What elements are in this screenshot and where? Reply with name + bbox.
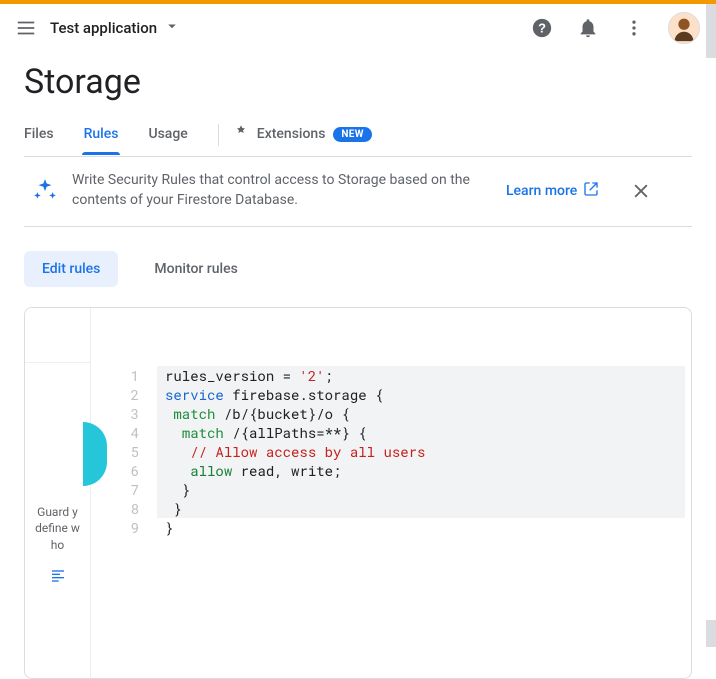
overflow-menu-icon[interactable] [622,16,646,40]
line-number-gutter: 123456789 [91,308,157,678]
line-number: 7 [91,480,157,499]
code-line[interactable]: } [165,499,683,518]
line-number: 1 [91,366,157,385]
help-icon[interactable]: ? [530,16,554,40]
code-line[interactable]: match /b/{bucket}/o { [165,404,683,423]
rules-editor-card: Guard y define w ho 123456789 rules_vers… [24,307,692,679]
chevron-down-icon [163,17,181,39]
tab-rules[interactable]: Rules [84,126,119,154]
code-line[interactable]: allow read, write; [165,461,683,480]
banner-text: Write Security Rules that control access… [72,171,492,210]
subtab-monitor-rules[interactable]: Monitor rules [136,251,255,287]
extensions-icon [233,124,249,144]
tab-extensions-label: Extensions [257,126,326,142]
code-area[interactable]: rules_version = '2';service firebase.sto… [157,308,691,678]
align-left-icon[interactable] [25,567,90,587]
sparkle-icon [32,177,58,205]
learn-more-link[interactable]: Learn more [506,181,599,201]
line-number: 2 [91,385,157,404]
project-name: Test application [50,19,157,37]
info-banner: Write Security Rules that control access… [24,157,692,227]
menu-icon[interactable] [14,16,38,40]
page-title: Storage [24,62,692,102]
new-badge: NEW [333,127,371,142]
tab-usage[interactable]: Usage [148,126,187,154]
tab-separator [218,124,219,146]
svg-text:?: ? [538,21,546,36]
notifications-icon[interactable] [576,16,600,40]
tab-extensions[interactable]: Extensions NEW [233,124,372,156]
subtab-bar: Edit rules Monitor rules [24,251,692,287]
learn-more-label: Learn more [506,183,577,199]
tab-files[interactable]: Files [24,126,54,154]
line-number: 9 [91,518,157,537]
code-line[interactable]: service firebase.storage { [165,385,683,404]
editor-side-panel: Guard y define w ho [25,308,91,678]
scrollbar-segment[interactable] [706,620,716,647]
code-line[interactable]: } [165,480,683,499]
line-number: 3 [91,404,157,423]
top-bar: Test application ? [0,4,716,52]
side-hint-text: Guard y define w ho [25,504,90,553]
close-icon[interactable] [629,179,653,203]
code-line[interactable]: match /{allPaths=**} { [165,423,683,442]
code-line[interactable]: // Allow access by all users [165,442,683,461]
line-number: 8 [91,499,157,518]
scrollbar-segment[interactable] [706,4,716,58]
code-line[interactable]: } [165,518,683,537]
user-avatar[interactable] [668,12,700,44]
code-line[interactable]: rules_version = '2'; [165,366,683,385]
open-external-icon [583,181,599,201]
subtab-edit-rules[interactable]: Edit rules [24,251,118,287]
tab-bar: Files Rules Usage Extensions NEW [24,124,692,157]
project-selector[interactable]: Test application [50,17,181,39]
